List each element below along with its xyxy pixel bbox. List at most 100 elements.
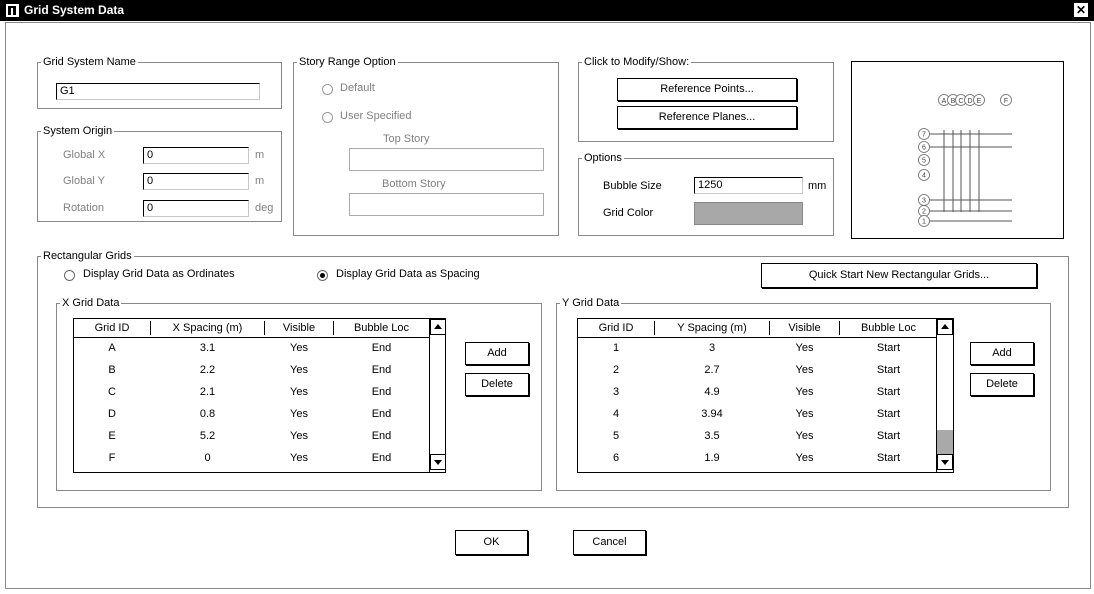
grid-id-cell[interactable]: A [74, 342, 150, 354]
cancel-button[interactable]: Cancel [573, 530, 646, 555]
global-y-input[interactable]: 0 [143, 173, 249, 190]
y-grid-col-visible[interactable]: Visible [770, 322, 839, 334]
visible-cell[interactable]: Yes [265, 452, 333, 464]
default-radio[interactable] [322, 84, 333, 95]
bubble-loc-cell[interactable]: Start [840, 408, 937, 420]
bubble-loc-cell[interactable]: End [334, 408, 429, 420]
x-grid-col-id[interactable]: Grid ID [74, 322, 150, 334]
spacing-cell[interactable]: 3.1 [151, 342, 264, 354]
grid-id-cell[interactable]: B [74, 364, 150, 376]
x-grid-table[interactable]: Grid ID X Spacing (m) Visible Bubble Loc… [73, 318, 446, 473]
table-row[interactable]: D 0.8 Yes End [74, 405, 429, 425]
bubble-loc-cell[interactable]: Start [840, 364, 937, 376]
scroll-up-icon[interactable] [937, 319, 953, 335]
table-row[interactable]: 4 3.94 Yes Start [578, 405, 937, 425]
spacing-cell[interactable]: 3 [655, 342, 769, 354]
spacing-cell[interactable]: 4.9 [655, 386, 769, 398]
scroll-up-icon[interactable] [430, 319, 445, 335]
bubble-loc-cell[interactable]: Start [840, 452, 937, 464]
table-row[interactable]: C 2.1 Yes End [74, 383, 429, 403]
global-x-input[interactable]: 0 [143, 147, 249, 164]
bubble-size-input[interactable]: 1250 [694, 177, 803, 194]
y-grid-table[interactable]: Grid ID Y Spacing (m) Visible Bubble Loc… [577, 318, 954, 473]
x-grid-scrollbar[interactable] [429, 319, 445, 472]
spacing-cell[interactable]: 2.1 [151, 386, 264, 398]
visible-cell[interactable]: Yes [265, 386, 333, 398]
bottom-story-select[interactable] [349, 193, 544, 216]
x-grid-delete-button[interactable]: Delete [465, 373, 529, 396]
table-row[interactable]: 1 3 Yes Start [578, 339, 937, 359]
grid-id-cell[interactable]: C [74, 386, 150, 398]
grid-id-cell[interactable]: 2 [578, 364, 654, 376]
bubble-loc-cell[interactable]: Start [840, 342, 937, 354]
bubble-loc-cell[interactable]: End [334, 342, 429, 354]
table-row[interactable]: 3 4.9 Yes Start [578, 383, 937, 403]
grid-id-cell[interactable]: 3 [578, 386, 654, 398]
bubble-loc-cell[interactable]: End [334, 386, 429, 398]
x-grid-col-visible[interactable]: Visible [265, 322, 333, 334]
spacing-cell[interactable]: 0.8 [151, 408, 264, 420]
spacing-cell[interactable]: 1.9 [655, 452, 769, 464]
grid-id-cell[interactable]: 1 [578, 342, 654, 354]
visible-cell[interactable]: Yes [770, 364, 839, 376]
grid-id-cell[interactable]: 4 [578, 408, 654, 420]
spacing-cell[interactable]: 0 [151, 452, 264, 464]
grid-color-swatch[interactable] [694, 202, 803, 225]
grid-system-name-input[interactable]: G1 [56, 83, 260, 100]
grid-id-cell[interactable]: F [74, 452, 150, 464]
y-grid-col-spacing[interactable]: Y Spacing (m) [655, 322, 769, 334]
spacing-cell[interactable]: 3.94 [655, 408, 769, 420]
table-row[interactable]: 5 3.5 Yes Start [578, 427, 937, 447]
y-grid-delete-button[interactable]: Delete [970, 373, 1034, 396]
reference-points-button[interactable]: Reference Points... [617, 78, 797, 101]
ordinates-radio[interactable] [64, 270, 75, 281]
x-grid-add-button[interactable]: Add [465, 342, 529, 365]
visible-cell[interactable]: Yes [770, 430, 839, 442]
visible-cell[interactable]: Yes [770, 452, 839, 464]
spacing-cell[interactable]: 5.2 [151, 430, 264, 442]
visible-cell[interactable]: Yes [770, 408, 839, 420]
y-grid-col-id[interactable]: Grid ID [578, 322, 654, 334]
visible-cell[interactable]: Yes [265, 430, 333, 442]
grid-id-cell[interactable]: E [74, 430, 150, 442]
scroll-down-icon[interactable] [937, 454, 953, 470]
table-row[interactable]: E 5.2 Yes End [74, 427, 429, 447]
scroll-down-icon[interactable] [430, 454, 445, 470]
visible-cell[interactable]: Yes [770, 342, 839, 354]
y-grid-add-button[interactable]: Add [970, 342, 1034, 365]
visible-cell[interactable]: Yes [265, 342, 333, 354]
visible-cell[interactable]: Yes [770, 386, 839, 398]
visible-cell[interactable]: Yes [265, 364, 333, 376]
rotation-input[interactable]: 0 [143, 200, 249, 217]
spacing-cell[interactable]: 2.7 [655, 364, 769, 376]
spacing-cell[interactable]: 2.2 [151, 364, 264, 376]
y-grid-scrollbar[interactable] [936, 319, 953, 472]
grid-id-cell[interactable]: 5 [578, 430, 654, 442]
table-row[interactable]: A 3.1 Yes End [74, 339, 429, 359]
x-grid-col-spacing[interactable]: X Spacing (m) [151, 322, 264, 334]
close-icon[interactable]: ✕ [1074, 3, 1088, 17]
top-story-select[interactable] [349, 148, 544, 171]
table-row[interactable]: 6 1.9 Yes Start [578, 449, 937, 469]
grid-id-cell[interactable]: D [74, 408, 150, 420]
scroll-track[interactable] [937, 430, 953, 454]
grid-id-cell[interactable]: 6 [578, 452, 654, 464]
bubble-loc-cell[interactable]: End [334, 452, 429, 464]
reference-planes-button[interactable]: Reference Planes... [617, 106, 797, 129]
table-row[interactable]: 2 2.7 Yes Start [578, 361, 937, 381]
table-row[interactable]: F 0 Yes End [74, 449, 429, 469]
bubble-loc-cell[interactable]: End [334, 430, 429, 442]
table-row[interactable]: B 2.2 Yes End [74, 361, 429, 381]
bubble-loc-cell[interactable]: End [334, 364, 429, 376]
bubble-loc-cell[interactable]: Start [840, 430, 937, 442]
y-grid-col-bubble[interactable]: Bubble Loc [840, 322, 937, 334]
grid-bubble-label: E [977, 98, 982, 105]
user-specified-radio[interactable] [322, 112, 333, 123]
spacing-radio[interactable] [317, 270, 328, 281]
visible-cell[interactable]: Yes [265, 408, 333, 420]
ok-button[interactable]: OK [455, 530, 528, 555]
quick-start-button[interactable]: Quick Start New Rectangular Grids... [761, 263, 1037, 288]
bubble-loc-cell[interactable]: Start [840, 386, 937, 398]
x-grid-col-bubble[interactable]: Bubble Loc [334, 322, 429, 334]
spacing-cell[interactable]: 3.5 [655, 430, 769, 442]
